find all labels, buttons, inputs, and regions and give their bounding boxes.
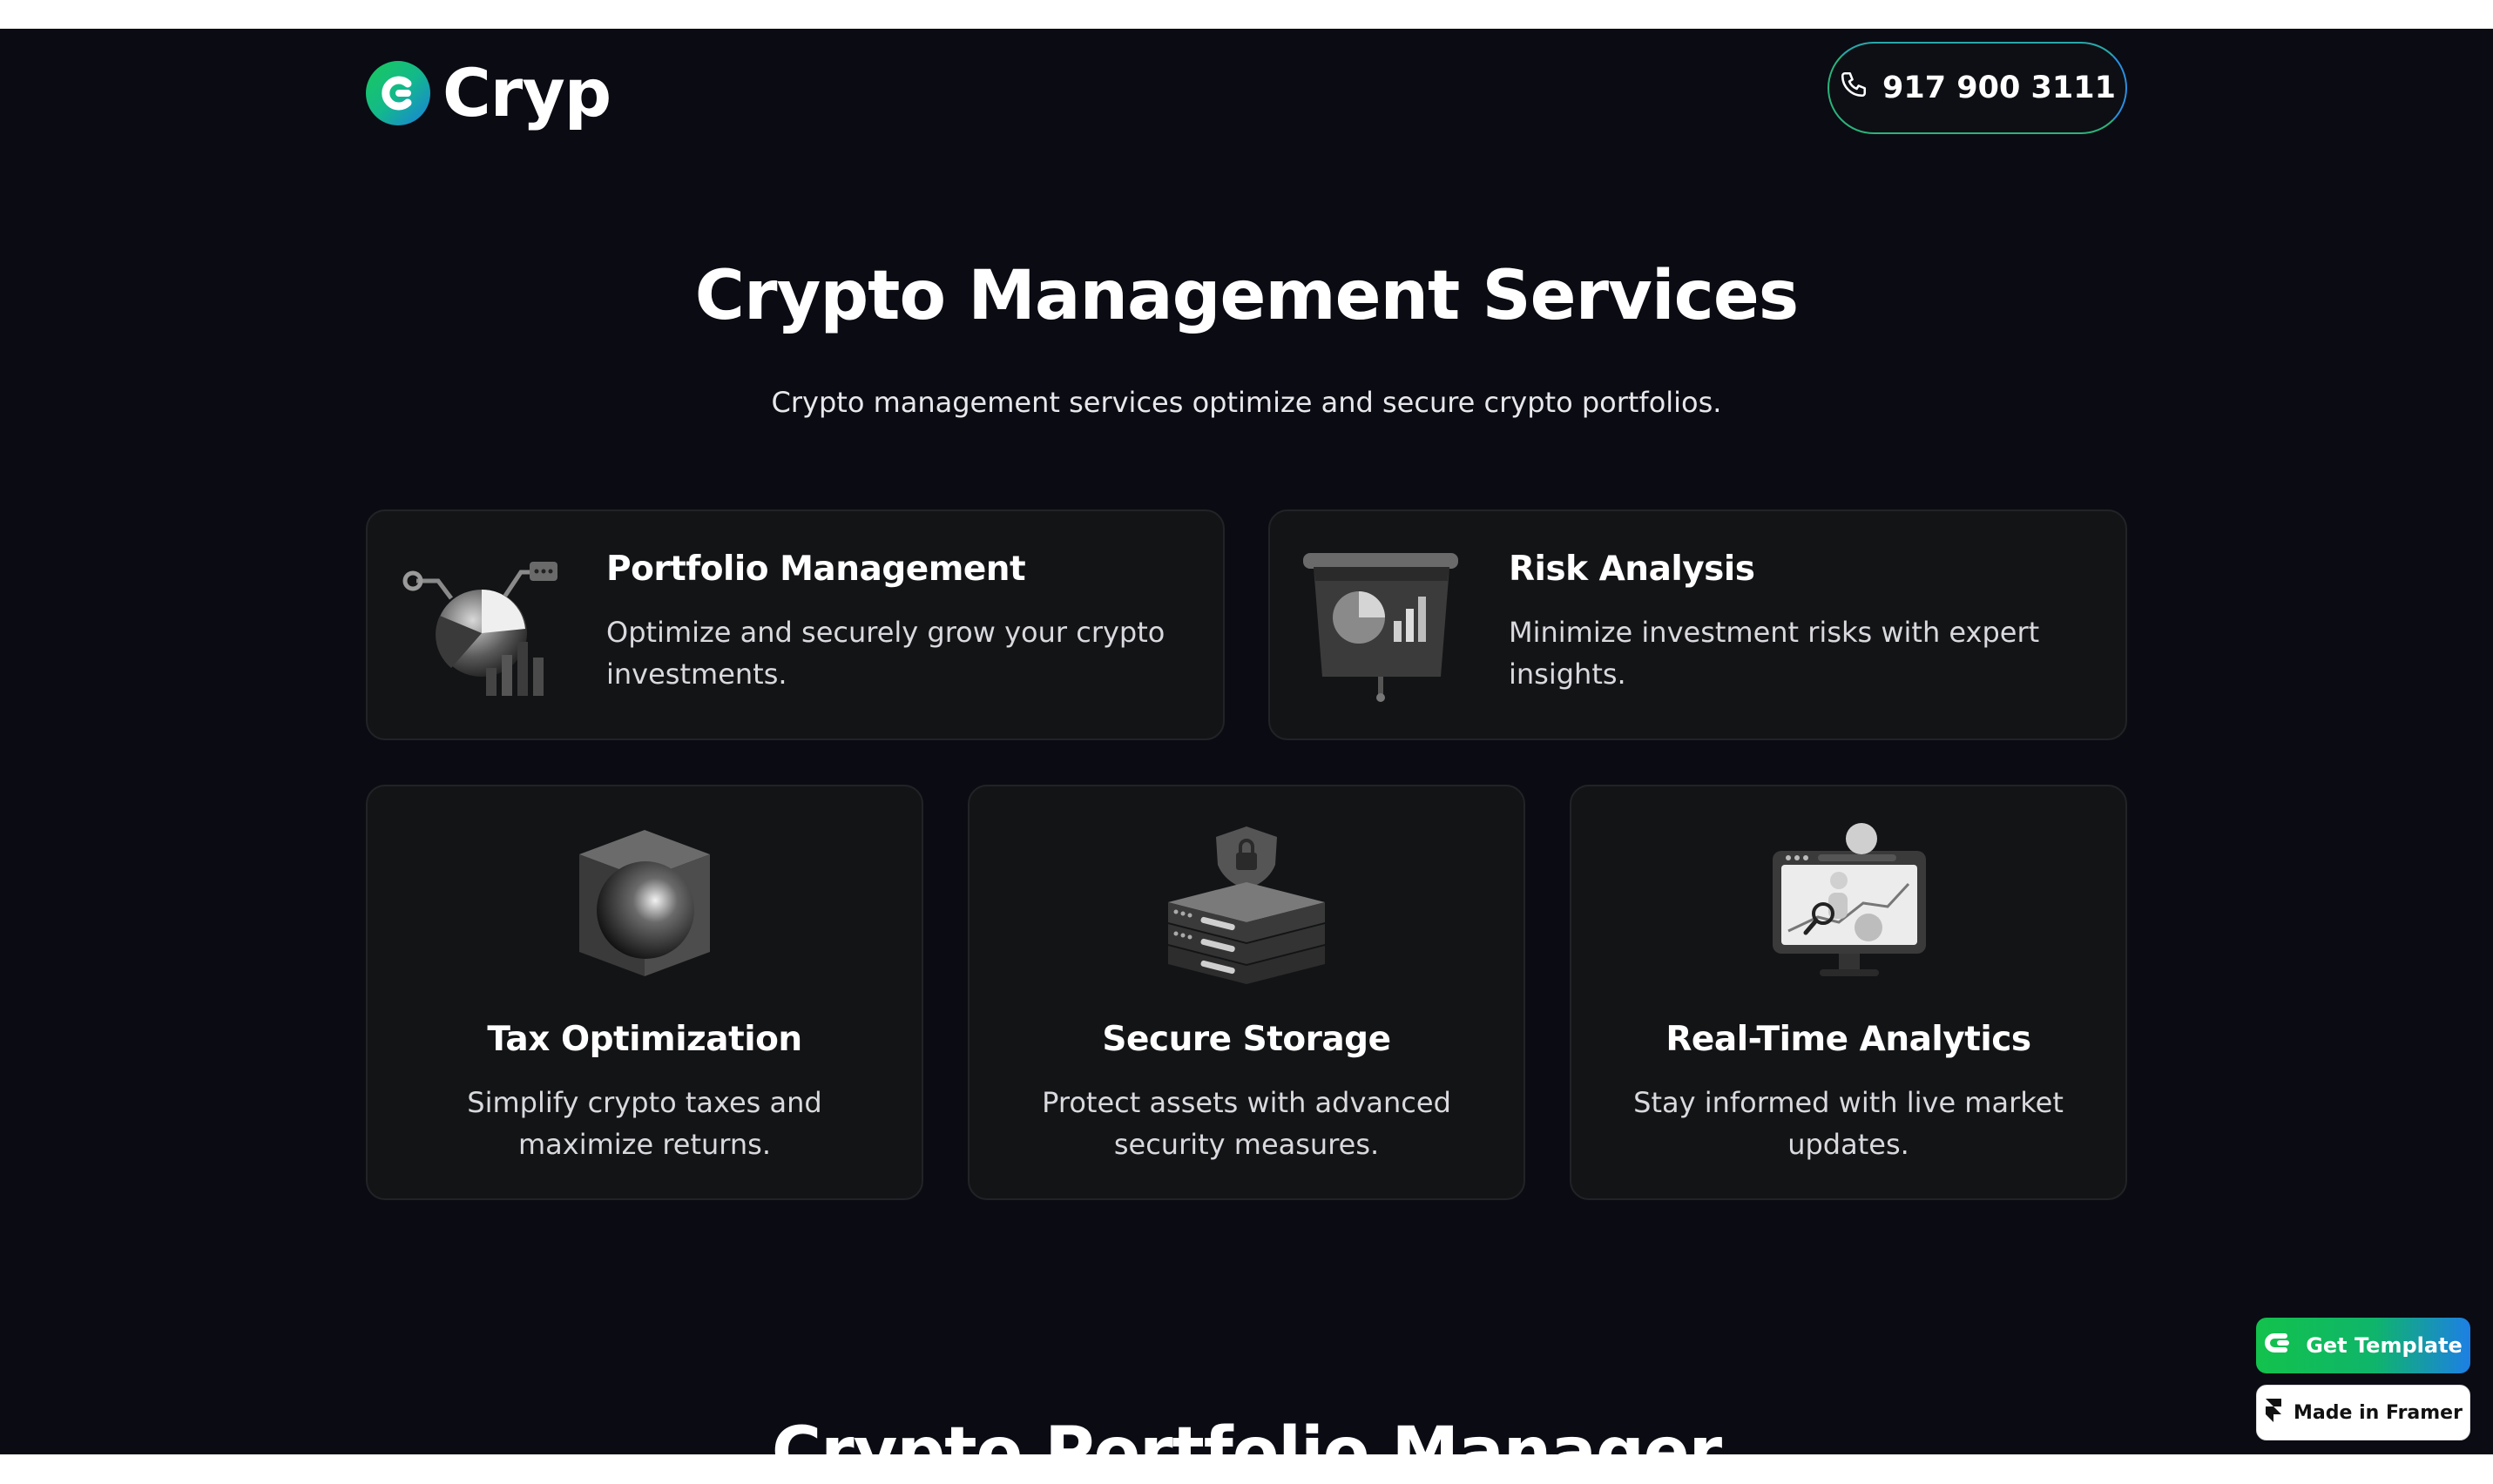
card-description: Minimize investment risks with expert in… [1509, 616, 2040, 691]
card-description: Protect assets with advanced security me… [1042, 1086, 1451, 1161]
brand-name: Cryp [443, 54, 611, 132]
card-title: Real-Time Analytics [1665, 1020, 2031, 1059]
brand-logo[interactable]: Cryp [366, 54, 611, 132]
card-title: Secure Storage [1102, 1020, 1391, 1059]
logo-mark-icon [366, 60, 430, 125]
page-viewport: Cryp 917 900 3111 Crypto Management Serv… [0, 29, 2493, 1454]
card-description: Stay informed with live market updates. [1633, 1086, 2064, 1161]
service-card-real-time-analytics[interactable]: Real-Time Analytics Stay informed with l… [1570, 785, 2127, 1200]
made-in-framer-badge[interactable]: Made in Framer [2256, 1385, 2470, 1440]
cube-sphere-icon [562, 820, 727, 985]
brand-g-icon [2264, 1331, 2294, 1360]
monitor-analytics-icon [1766, 820, 1931, 985]
presentation-board-icon [1301, 546, 1467, 703]
section-title-portfolio-manager: Crypto Portfolio Manager [771, 1413, 1722, 1454]
service-card-secure-storage[interactable]: Secure Storage Protect assets with advan… [968, 785, 1525, 1200]
phone-icon [1839, 70, 1868, 107]
get-template-label: Get Template [2306, 1333, 2463, 1358]
page-subtitle: Crypto management services optimize and … [771, 386, 1722, 419]
card-description: Simplify crypto taxes and maximize retur… [467, 1086, 822, 1161]
made-in-framer-label: Made in Framer [2294, 1401, 2463, 1424]
service-card-tax-optimization[interactable]: Tax Optimization Simplify crypto taxes a… [366, 785, 923, 1200]
portfolio-chart-icon [399, 546, 564, 703]
card-description: Optimize and securely grow your crypto i… [606, 616, 1165, 691]
page-title: Crypto Management Services [694, 257, 1799, 335]
get-template-button[interactable]: Get Template [2256, 1318, 2470, 1373]
card-title: Risk Analysis [1509, 550, 1755, 589]
card-text: Risk Analysis Minimize investment risks … [1509, 550, 2091, 695]
card-text: Portfolio Management Optimize and secure… [606, 550, 1188, 695]
service-card-portfolio-management[interactable]: Portfolio Management Optimize and secure… [366, 509, 1225, 740]
framer-logo-icon [2264, 1397, 2283, 1428]
service-card-risk-analysis[interactable]: Risk Analysis Minimize investment risks … [1268, 509, 2127, 740]
phone-button[interactable]: 917 900 3111 [1828, 42, 2127, 134]
server-shield-icon [1164, 820, 1329, 985]
card-title: Tax Optimization [487, 1020, 802, 1059]
card-title: Portfolio Management [606, 550, 1026, 589]
main-container: Cryp 917 900 3111 Crypto Management Serv… [366, 29, 2127, 1454]
phone-number: 917 900 3111 [1882, 71, 2116, 105]
